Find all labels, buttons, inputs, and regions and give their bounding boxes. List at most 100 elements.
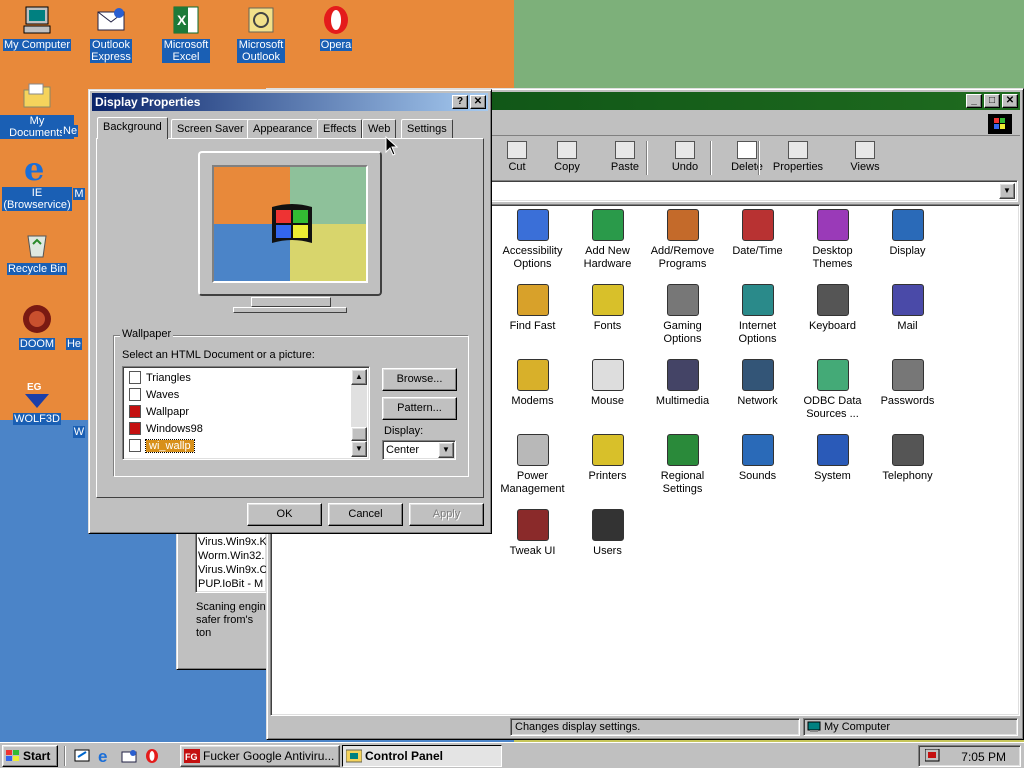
cp-item-regional-settings[interactable]: Regional Settings (645, 434, 720, 496)
display-select[interactable]: Center ▼ (382, 440, 456, 460)
desktop-icon-outlook-express[interactable]: Outlook Express (74, 4, 148, 63)
cp-item-odbc-data-sources[interactable]: ODBC Data Sources ... (795, 359, 870, 421)
apply-button[interactable]: Apply (409, 503, 484, 526)
internet-explorer-icon[interactable]: e (98, 748, 114, 764)
windows-logo-icon (988, 114, 1012, 134)
close-button[interactable]: ✕ (470, 95, 486, 109)
telephony-icon (891, 434, 924, 466)
network-icon (741, 359, 774, 391)
cancel-button[interactable]: Cancel (328, 503, 403, 526)
scroll-thumb[interactable] (351, 427, 367, 441)
cp-item-multimedia[interactable]: Multimedia (645, 359, 720, 408)
tab-effects[interactable]: Effects (317, 119, 363, 139)
cp-item-printers[interactable]: Printers (570, 434, 645, 483)
desktop-icon-partial-label: Ne (62, 125, 79, 137)
chevron-down-icon[interactable]: ▼ (438, 442, 454, 458)
taskbar: Start e Fucker Google Antiviru... FG Con… (0, 742, 1024, 768)
toolbar-paste-button[interactable]: Paste (600, 139, 650, 177)
desktop-icon-wolf3d[interactable]: EG WOLF3D (0, 378, 74, 425)
delete-icon (737, 141, 757, 159)
cp-item-keyboard[interactable]: Keyboard (795, 284, 870, 333)
system-tray: 7:05 PM (918, 745, 1021, 767)
desktop-icon-opera[interactable]: Opera (299, 4, 373, 51)
cp-item-modems[interactable]: Modems (495, 359, 570, 408)
tab-screen-saver[interactable]: Screen Saver (171, 119, 250, 139)
tab-appearance[interactable]: Appearance (247, 119, 319, 139)
threat-list[interactable]: Virus.Win9x.K Worm.Win32. Virus.Win9x.C … (195, 531, 267, 593)
tab-background[interactable]: Background (97, 117, 168, 139)
desktop-icon-outlook[interactable]: Microsoft Outlook (224, 4, 298, 63)
display-properties-dialog[interactable]: Display Properties ? ✕ Background Screen… (88, 89, 492, 534)
tab-panel: Wallpaper Select an HTML Document or a p… (96, 138, 484, 498)
wallpaper-list-item-label: wi_wallp (145, 438, 195, 453)
cp-item-add-remove-programs[interactable]: Add/Remove Programs (645, 209, 720, 271)
wolf3d-icon: EG (21, 378, 53, 410)
wallpaper-list-item[interactable]: Waves (125, 386, 353, 403)
envelope-icon (95, 4, 127, 36)
close-button[interactable]: ✕ (1002, 94, 1018, 108)
list-scrollbar[interactable]: ▲ ▼ (351, 369, 367, 457)
task-control-panel[interactable]: Control Panel (342, 745, 502, 767)
cp-item-network[interactable]: Network (720, 359, 795, 408)
minimize-button[interactable]: _ (966, 94, 982, 108)
cp-item-gaming-options[interactable]: Gaming Options (645, 284, 720, 346)
address-dropdown-button[interactable]: ▼ (999, 183, 1015, 199)
cp-item-power-management[interactable]: Power Management (495, 434, 570, 496)
threat-item: Virus.Win9x.K (198, 536, 267, 548)
toolbar-copy-button[interactable]: Copy (542, 139, 592, 177)
toolbar-properties-button[interactable]: Properties (768, 139, 828, 177)
cp-item-date-time[interactable]: Date/Time (720, 209, 795, 258)
dialog-titlebar[interactable]: Display Properties ? ✕ (92, 93, 488, 111)
cp-item-telephony[interactable]: Telephony (870, 434, 945, 483)
cp-item-sounds[interactable]: Sounds (720, 434, 795, 483)
desktop-icon-excel[interactable]: X Microsoft Excel (149, 4, 223, 63)
outlook-express-icon[interactable] (121, 748, 137, 764)
show-desktop-icon[interactable] (74, 748, 90, 764)
wallpaper-list-item[interactable]: Triangles (125, 369, 353, 386)
scroll-up-button[interactable]: ▲ (351, 369, 367, 385)
desktop-icon-ie[interactable]: e IE (Browservice) (0, 150, 74, 211)
wallpaper-list[interactable]: Triangles Waves Wallpapr Windows98 wi_wallp … (122, 366, 370, 460)
wallpaper-list-item[interactable]: Windows98 (125, 420, 353, 437)
cp-item-users[interactable]: Users (570, 509, 645, 558)
cp-item-accessibility-options[interactable]: Accessibility Options (495, 209, 570, 271)
cp-item-find-fast[interactable]: Find Fast (495, 284, 570, 333)
svg-text:X: X (177, 12, 187, 28)
cp-item-mail[interactable]: Mail (870, 284, 945, 333)
cp-item-label: System (814, 470, 851, 482)
maximize-button[interactable]: □ (984, 94, 1000, 108)
ok-button[interactable]: OK (247, 503, 322, 526)
cp-item-mouse[interactable]: Mouse (570, 359, 645, 408)
scroll-down-button[interactable]: ▼ (351, 441, 367, 457)
wallpaper-list-item[interactable]: wi_wallp (125, 437, 353, 454)
cp-item-passwords[interactable]: Passwords (870, 359, 945, 408)
desktop-icon-recycle-bin[interactable]: Recycle Bin (0, 228, 74, 275)
cp-item-tweak-ui[interactable]: Tweak UI (495, 509, 570, 558)
toolbar-cut-button[interactable]: Cut (492, 139, 542, 177)
mouse-cursor-icon (385, 136, 399, 156)
toolbar-delete-button[interactable]: Delete (722, 139, 772, 177)
tab-settings[interactable]: Settings (401, 119, 453, 139)
desktop-icon-doom[interactable]: DOOM (0, 303, 74, 350)
clock[interactable]: 7:05 PM (961, 750, 1006, 764)
computer-icon (21, 4, 53, 36)
browse-button[interactable]: Browse... (382, 368, 457, 391)
desktop-icon-my-computer[interactable]: My Computer (0, 4, 74, 51)
tray-app-icon[interactable] (925, 749, 941, 763)
toolbar-views-button[interactable]: Views (840, 139, 890, 177)
cp-item-system[interactable]: System (795, 434, 870, 483)
opera-icon[interactable] (144, 748, 160, 764)
task-antivirus[interactable]: Fucker Google Antiviru... (180, 745, 340, 767)
cp-item-add-new-hardware[interactable]: Add New Hardware (570, 209, 645, 271)
cp-item-desktop-themes[interactable]: Desktop Themes (795, 209, 870, 271)
excel-icon: X (170, 4, 202, 36)
cp-item-internet-options[interactable]: Internet Options (720, 284, 795, 346)
toolbar-undo-button[interactable]: Undo (660, 139, 710, 177)
cp-item-fonts[interactable]: Fonts (570, 284, 645, 333)
cp-item-display[interactable]: Display (870, 209, 945, 258)
wallpaper-list-item[interactable]: Wallpapr (125, 403, 353, 420)
cut-icon (507, 141, 527, 159)
pattern-button[interactable]: Pattern... (382, 397, 457, 420)
html-document-icon (129, 405, 141, 418)
help-button[interactable]: ? (452, 95, 468, 109)
